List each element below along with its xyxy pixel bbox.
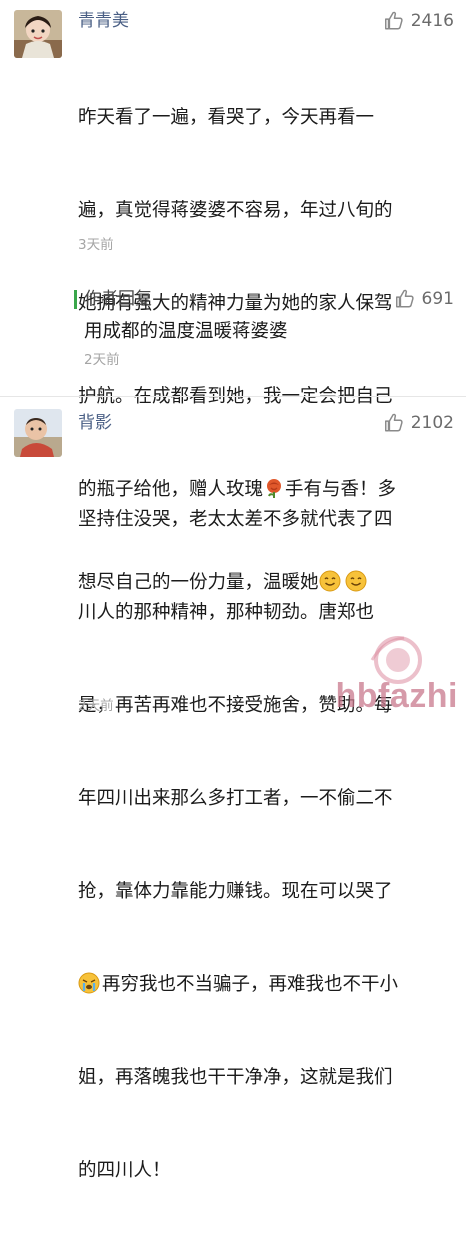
thumbs-up-icon bbox=[383, 10, 405, 32]
comment-username[interactable]: 青青美 bbox=[78, 9, 129, 33]
crying-emoji-icon bbox=[78, 972, 100, 994]
comment-text-line: 姐，再落魄我也干干净净，这就是我们 bbox=[78, 1067, 393, 1088]
author-reply: 作者回复 691 用成都的温度温暖蒋婆婆 2天前 bbox=[70, 284, 454, 384]
reply-time: 2天前 bbox=[84, 352, 120, 368]
thumbs-up-icon bbox=[383, 412, 405, 434]
like-count: 2416 bbox=[410, 11, 454, 31]
like-button[interactable]: 2416 bbox=[383, 9, 454, 33]
comment-text-line: 抢，靠体力靠能力赚钱。现在可以哭了 bbox=[78, 881, 393, 902]
comment-text-line: 遍，真觉得蒋婆婆不容易，年过八旬的 bbox=[78, 200, 393, 221]
like-count: 2102 bbox=[410, 413, 454, 433]
comment-text-line: 年四川出来那么多打工者，一不偷二不 bbox=[78, 788, 393, 809]
comment-text-line: 再穷我也不当骗子，再难我也不干小 bbox=[78, 969, 450, 1000]
comment-text: 坚持住没哭，老太太差不多就代表了四 川人的那种精神，那种韧劲。唐郑也 是，再苦再… bbox=[78, 442, 450, 1248]
reply-indicator-bar bbox=[74, 290, 77, 309]
watermark-text: hbfazhi bbox=[335, 677, 458, 715]
thumbs-up-icon bbox=[394, 288, 416, 310]
comment-text-line: 川人的那种精神，那种韧劲。唐郑也 bbox=[78, 602, 375, 623]
comment-time: 3天前 bbox=[78, 237, 114, 253]
comment-item: 青青美 2416 昨天看了一遍，看哭了，今天再看一 遍，真觉得蒋婆婆不容易，年过… bbox=[0, 0, 466, 593]
comment-text-line: 坚持住没哭，老太太差不多就代表了四 bbox=[78, 509, 393, 530]
reply-like-button[interactable]: 691 bbox=[394, 287, 454, 311]
avatar[interactable] bbox=[14, 10, 62, 58]
reply-text: 用成都的温度温暖蒋婆婆 bbox=[84, 321, 288, 342]
comment-text-line: 昨天看了一遍，看哭了，今天再看一 bbox=[78, 107, 375, 128]
comment-username[interactable]: 背影 bbox=[78, 411, 112, 435]
like-button[interactable]: 2102 bbox=[383, 411, 454, 435]
comment-time: 2天前 bbox=[78, 698, 114, 714]
watermark: hbfazhi bbox=[336, 677, 458, 716]
comment-text-line: 的四川人！ bbox=[78, 1160, 171, 1181]
avatar[interactable] bbox=[14, 409, 62, 457]
reply-label: 作者回复 bbox=[84, 289, 152, 309]
comment-text-segment: 再穷我也不当骗子，再难我也不干小 bbox=[102, 974, 399, 995]
reply-like-count: 691 bbox=[421, 289, 454, 309]
